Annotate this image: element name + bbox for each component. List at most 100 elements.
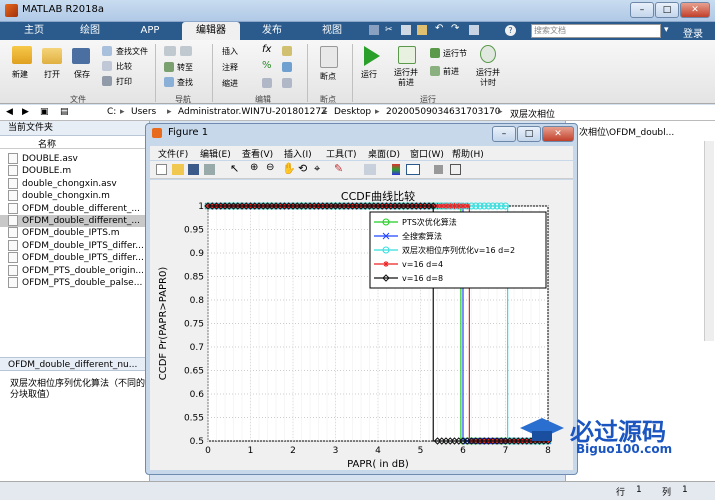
tab-publish[interactable]: 发布 — [244, 22, 300, 40]
indent-icon-b[interactable] — [282, 78, 292, 88]
undo-icon[interactable]: ↶ — [435, 23, 443, 34]
nav-icon-a[interactable] — [164, 46, 176, 56]
breadcrumb-current[interactable]: 双层次相位 — [510, 107, 555, 120]
paste-icon[interactable] — [417, 25, 427, 35]
menu-view[interactable]: 查看(V) — [242, 147, 273, 160]
cut-icon[interactable]: ✂ — [385, 25, 393, 35]
brush-icon[interactable]: ✎ — [334, 162, 343, 175]
file-list-item[interactable]: OFDM_double_different_... — [0, 202, 149, 215]
open-button[interactable]: 打开 — [44, 69, 60, 80]
new-button[interactable]: 新建 — [12, 69, 28, 80]
file-list-item[interactable]: OFDM_double_IPTS.m — [0, 227, 149, 239]
minimize-button[interactable]: – — [630, 2, 654, 18]
file-list-item[interactable]: OFDM_PTS_double_origin... — [0, 264, 149, 277]
rotate-icon[interactable]: ⟲ — [298, 162, 307, 175]
file-list-item[interactable]: OFDM_double_different_... — [0, 215, 149, 227]
file-list-item[interactable]: DOUBLE.asv — [0, 153, 149, 165]
menu-window[interactable]: 窗口(W) — [410, 147, 444, 160]
figure-window[interactable]: Figure 1 – □ ✕ 文件(F) 编辑(E) 查看(V) 插入(I) 工… — [145, 123, 578, 475]
breakpoint-button[interactable]: 断点 — [320, 71, 336, 82]
breadcrumb-users[interactable]: Users — [131, 107, 156, 117]
run-time-button[interactable]: 运行并 计时 — [476, 68, 500, 88]
login-button[interactable]: 登录 — [683, 25, 703, 40]
data-cursor-icon[interactable]: ⌖ — [314, 162, 320, 176]
file-list-item[interactable]: DOUBLE.m — [0, 165, 149, 177]
search-icon[interactable]: ▾ — [664, 25, 669, 35]
percent-icon[interactable]: % — [262, 60, 272, 71]
legend-icon[interactable] — [406, 164, 420, 175]
editor-tab[interactable]: 次相位\OFDM_doubl... — [579, 125, 674, 138]
figure-close-button[interactable]: ✕ — [542, 126, 574, 142]
switch-window-icon[interactable] — [469, 25, 479, 35]
run-icon[interactable] — [364, 46, 380, 66]
print-button[interactable]: 打印 — [116, 76, 132, 87]
find-button[interactable]: 查找 — [177, 77, 193, 88]
file-list-item[interactable]: double_chongxin.asv — [0, 177, 149, 190]
tab-view[interactable]: 视图 — [304, 22, 360, 40]
indent-icon-a[interactable] — [262, 78, 272, 88]
tab-editor[interactable]: 编辑器 — [182, 22, 240, 40]
forward-icon[interactable]: ▶ — [22, 107, 29, 117]
close-button[interactable]: ✕ — [680, 2, 710, 18]
colorbar-icon[interactable] — [392, 164, 400, 175]
figure-maximize-button[interactable]: □ — [517, 126, 541, 142]
comment-button[interactable]: 注释 — [222, 62, 238, 73]
breadcrumb-folder[interactable]: 20200509034631703170 — [386, 107, 501, 117]
run-advance-button[interactable]: 运行并 前进 — [394, 68, 418, 88]
figure-minimize-button[interactable]: – — [492, 126, 516, 142]
print-figure-icon[interactable] — [204, 164, 215, 175]
tab-apps[interactable]: APP — [122, 22, 178, 40]
back-icon[interactable]: ◀ — [6, 107, 13, 117]
show-tools-icon[interactable] — [450, 164, 461, 175]
link-icon[interactable] — [364, 164, 376, 175]
tab-home[interactable]: 主页 — [10, 22, 58, 40]
breadcrumb-drive[interactable]: C: — [107, 107, 116, 117]
file-list-item[interactable]: double_chongxin.m — [0, 190, 149, 202]
menu-desktop[interactable]: 桌面(D) — [368, 147, 400, 160]
breadcrumb-user[interactable]: Administrator.WIN7U-20180127Z — [178, 107, 327, 117]
browse-icon[interactable]: ▤ — [60, 107, 69, 117]
file-list-item[interactable]: OFDM_PTS_double_palse... — [0, 277, 149, 289]
name-column-header[interactable]: 名称 — [0, 135, 149, 150]
pan-icon[interactable]: ✋ — [282, 162, 296, 175]
new-figure-icon[interactable] — [156, 164, 167, 175]
up-folder-icon[interactable]: ▣ — [40, 107, 49, 117]
breakpoint-icon[interactable] — [320, 46, 338, 68]
menu-help[interactable]: 帮助(H) — [452, 147, 484, 160]
copy-icon[interactable] — [401, 25, 411, 35]
goto-button[interactable]: 转至 — [177, 62, 193, 73]
hide-tools-icon[interactable] — [434, 165, 443, 174]
save-icon[interactable] — [369, 25, 379, 35]
edit-icon-b[interactable] — [282, 62, 292, 72]
redo-icon[interactable]: ↷ — [451, 23, 459, 34]
open-icon[interactable] — [42, 48, 62, 64]
search-documentation-input[interactable]: 搜索文档 — [531, 24, 661, 38]
indent-button[interactable]: 缩进 — [222, 78, 238, 89]
help-icon[interactable]: ? — [505, 25, 516, 36]
run-section-button[interactable]: 运行节 — [443, 48, 467, 59]
menu-edit[interactable]: 编辑(E) — [200, 147, 231, 160]
file-list-item[interactable]: OFDM_double_IPTS_differ... — [0, 252, 149, 264]
run-advance-icon[interactable] — [398, 46, 416, 64]
run-button[interactable]: 运行 — [361, 69, 377, 80]
fx-icon[interactable]: fx — [262, 44, 271, 55]
insert-button[interactable]: 插入 — [222, 46, 238, 57]
find-files-button[interactable]: 查找文件 — [116, 46, 148, 57]
save-file-icon[interactable] — [72, 48, 90, 64]
menu-tools[interactable]: 工具(T) — [326, 147, 357, 160]
compare-button[interactable]: 比较 — [116, 61, 132, 72]
tab-plots[interactable]: 绘图 — [62, 22, 118, 40]
open-file-icon[interactable] — [172, 164, 184, 175]
pointer-icon[interactable]: ↖ — [230, 162, 239, 175]
save-button[interactable]: 保存 — [74, 69, 90, 80]
file-list-item[interactable]: OFDM_double_IPTS_differ... — [0, 239, 149, 252]
advance-button[interactable]: 前进 — [443, 66, 459, 77]
menu-insert[interactable]: 插入(I) — [284, 147, 312, 160]
nav-icon-b[interactable] — [180, 46, 192, 56]
menu-file[interactable]: 文件(F) — [158, 147, 188, 160]
new-icon[interactable] — [12, 46, 32, 64]
zoom-out-icon[interactable]: ⊖ — [266, 162, 274, 173]
zoom-in-icon[interactable]: ⊕ — [250, 162, 258, 173]
save-figure-icon[interactable] — [188, 164, 199, 175]
run-time-icon[interactable] — [480, 45, 496, 63]
